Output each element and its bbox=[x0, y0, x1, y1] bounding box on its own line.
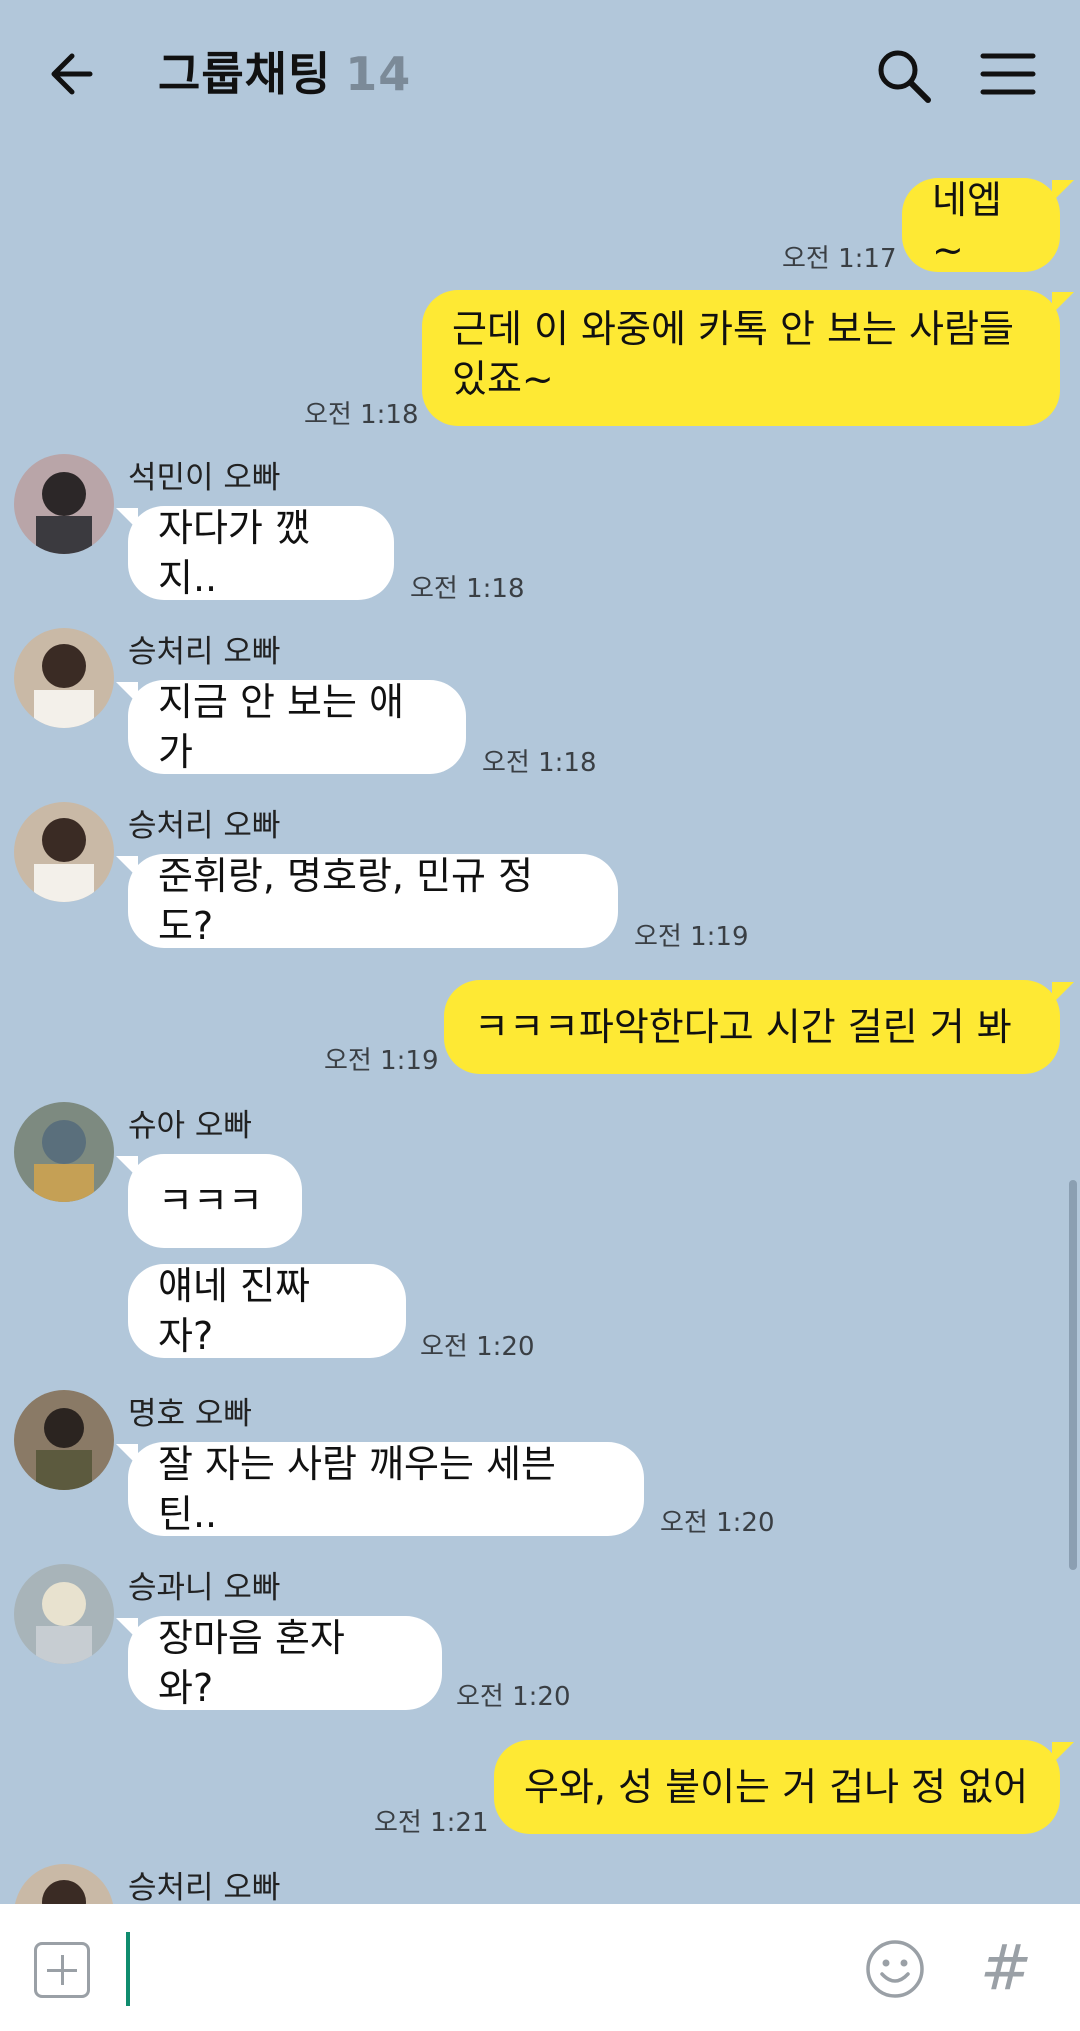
sender-name: 승처리 오빠 bbox=[128, 1870, 281, 1904]
bubble-tail bbox=[1052, 292, 1074, 314]
message-time: 오전 1:18 bbox=[410, 574, 525, 604]
search-icon bbox=[878, 50, 931, 103]
chat-header: 그룹채팅 14 bbox=[0, 0, 1080, 150]
bubble-tail bbox=[1052, 982, 1074, 1004]
text-cursor bbox=[126, 1932, 130, 2006]
their-message-bubble[interactable]: ㅋㅋㅋ bbox=[128, 1154, 302, 1248]
message-time: 오전 1:17 bbox=[782, 244, 897, 274]
profile-photo bbox=[14, 1564, 114, 1664]
bubble-tail bbox=[116, 682, 138, 704]
message-time: 오전 1:20 bbox=[660, 1508, 775, 1538]
avatar[interactable] bbox=[14, 1864, 114, 1904]
message-input-bar: # bbox=[0, 1904, 1080, 2031]
chat-title: 그룹채팅 14 bbox=[158, 38, 411, 104]
my-message-bubble[interactable]: 우와, 성 붙이는 거 겁나 정 없어 bbox=[494, 1740, 1060, 1834]
sender-name: 슈아 오빠 bbox=[128, 1108, 252, 1144]
avatar[interactable] bbox=[14, 628, 114, 728]
their-message-bubble[interactable]: 준휘랑, 명호랑, 민규 정도? bbox=[128, 854, 618, 948]
message-time: 오전 1:20 bbox=[420, 1332, 535, 1362]
message-time: 오전 1:18 bbox=[482, 748, 597, 778]
avatar[interactable] bbox=[14, 1564, 114, 1664]
bubble-tail bbox=[116, 1156, 138, 1178]
message-input[interactable] bbox=[126, 1932, 830, 2008]
bubble-tail bbox=[116, 1618, 138, 1640]
my-message-bubble[interactable]: 근데 이 와중에 카톡 안 보는 사람들 있죠~ bbox=[422, 290, 1060, 426]
avatar[interactable] bbox=[14, 454, 114, 554]
bubble-tail bbox=[116, 1444, 138, 1466]
menu-button[interactable] bbox=[975, 44, 1045, 108]
back-button[interactable] bbox=[40, 40, 120, 108]
profile-photo bbox=[14, 1390, 114, 1490]
member-count: 14 bbox=[345, 47, 412, 101]
profile-photo bbox=[14, 454, 114, 554]
my-message-bubble[interactable]: 네엡~ bbox=[902, 178, 1060, 272]
their-message-bubble[interactable]: 지금 안 보는 애가 bbox=[128, 680, 466, 774]
message-time: 오전 1:19 bbox=[634, 922, 749, 952]
chat-title-text: 그룹채팅 bbox=[158, 47, 332, 101]
bubble-tail bbox=[1052, 1742, 1074, 1764]
hashtag-icon[interactable]: # bbox=[980, 1928, 1050, 2008]
message-time: 오전 1:19 bbox=[324, 1046, 439, 1076]
message-time: 오전 1:18 bbox=[304, 400, 419, 430]
profile-photo bbox=[14, 1102, 114, 1202]
profile-photo bbox=[14, 628, 114, 728]
menu-icon bbox=[980, 53, 1036, 95]
plus-icon[interactable] bbox=[34, 1942, 90, 1998]
emoji-button[interactable] bbox=[864, 1938, 926, 2000]
avatar[interactable] bbox=[14, 1390, 114, 1490]
message-list[interactable]: 오전 1:17 네엡~ 오전 1:18 근데 이 와중에 카톡 안 보는 사람들… bbox=[0, 150, 1080, 1904]
emoji-icon bbox=[866, 1940, 924, 1998]
my-message-bubble[interactable]: ㅋㅋㅋ파악한다고 시간 걸린 거 봐 bbox=[444, 980, 1060, 1074]
profile-photo bbox=[14, 802, 114, 902]
their-message-bubble[interactable]: 장마음 혼자 와? bbox=[128, 1616, 442, 1710]
bubble-tail bbox=[1052, 180, 1074, 202]
their-message-bubble[interactable]: 자다가 깼지.. bbox=[128, 506, 394, 600]
back-arrow-icon bbox=[51, 53, 93, 95]
sender-name: 명호 오빠 bbox=[128, 1396, 252, 1432]
bubble-tail bbox=[116, 508, 138, 530]
their-message-bubble[interactable]: 잘 자는 사람 깨우는 세븐틴.. bbox=[128, 1442, 644, 1536]
bubble-tail bbox=[116, 856, 138, 878]
sender-name: 석민이 오빠 bbox=[128, 460, 281, 496]
message-time: 오전 1:20 bbox=[456, 1682, 571, 1712]
search-button[interactable] bbox=[870, 42, 940, 112]
profile-photo bbox=[14, 1864, 114, 1904]
their-message-bubble[interactable]: 얘네 진짜 자? bbox=[128, 1264, 406, 1358]
message-time: 오전 1:21 bbox=[374, 1808, 489, 1838]
sender-name: 승과니 오빠 bbox=[128, 1570, 281, 1606]
avatar[interactable] bbox=[14, 1102, 114, 1202]
avatar[interactable] bbox=[14, 802, 114, 902]
sender-name: 승처리 오빠 bbox=[128, 808, 281, 844]
sender-name: 승처리 오빠 bbox=[128, 634, 281, 670]
scrollbar[interactable] bbox=[1069, 1180, 1077, 1570]
